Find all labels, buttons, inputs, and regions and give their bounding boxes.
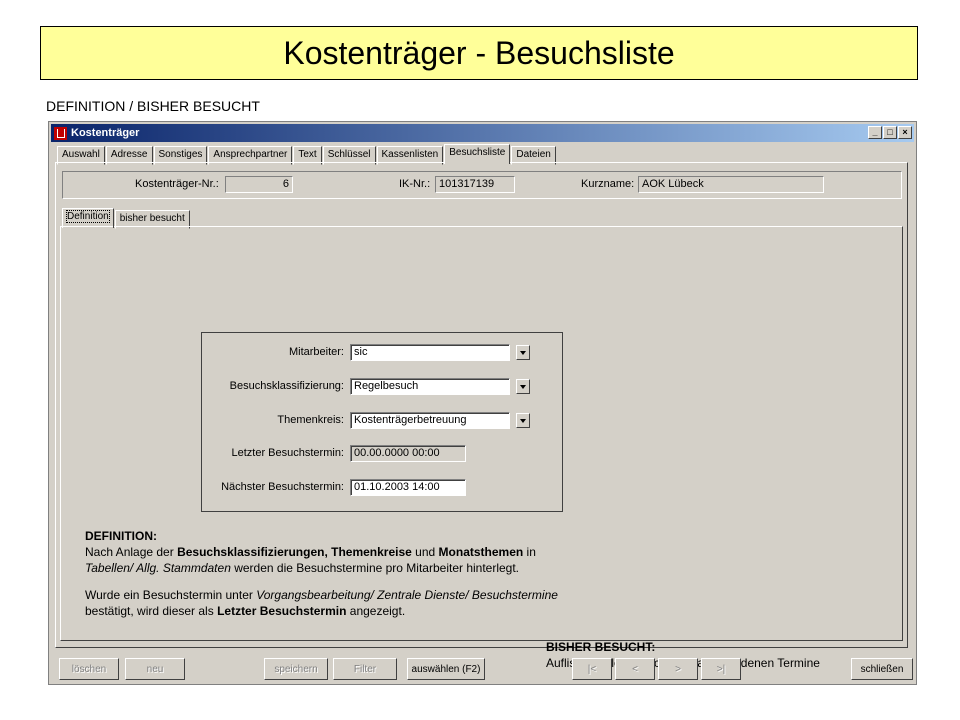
ik-nr-field: 101317139 (435, 176, 515, 193)
kt-nr-label: Kostenträger-Nr.: (135, 178, 219, 190)
definition-panel: Mitarbeiter: sic Besuchsklassifizierung:… (60, 226, 903, 670)
themen-select[interactable]: Kostenträgerbetreuung (350, 412, 510, 429)
text-bold: Monatsthemen (438, 545, 524, 559)
chevron-down-icon (520, 384, 526, 389)
definition-heading: DEFINITION: (85, 529, 157, 543)
text-bold: Letzter Besuchstermin (217, 604, 347, 618)
form-box: Mitarbeiter: sic Besuchsklassifizierung:… (201, 332, 563, 512)
kt-nr-field: 6 (225, 176, 293, 193)
text: und (411, 545, 439, 559)
auswaehlen-button[interactable]: auswählen (F2) (407, 658, 485, 680)
close-button[interactable]: × (898, 126, 912, 139)
definition-line-2: Tabellen/ Allg. Stammdaten werden die Be… (85, 561, 519, 576)
app-icon (54, 126, 67, 140)
text-italic: Vorgangsbearbeitung/ Zentrale Dienste/ B… (256, 588, 558, 602)
definition-line-1: Nach Anlage der Besuchsklassifizierungen… (85, 545, 536, 560)
themen-label: Themenkreis: (277, 414, 344, 426)
definition-line-4: bestätigt, wird dieser als Letzter Besuc… (85, 604, 405, 619)
tab-panel-besuchsliste: Kostenträger-Nr.: 6 IK-Nr.: 101317139 Ku… (55, 162, 908, 670)
klass-label: Besuchsklassifizierung: (229, 380, 344, 392)
themen-dropdown-button[interactable] (516, 413, 530, 428)
bisher-heading: BISHER BESUCHT: (546, 640, 656, 654)
text-bold: Besuchsklassifizierungen, Themenkreise (177, 545, 412, 559)
text: Nach Anlage der (85, 545, 178, 559)
ik-nr-label: IK-Nr.: (399, 178, 431, 190)
klass-select[interactable]: Regelbesuch (350, 378, 510, 395)
prev-record-button[interactable]: < (615, 658, 655, 680)
mitarbeiter-label: Mitarbeiter: (288, 346, 344, 358)
schliessen-button[interactable]: schließen (851, 658, 913, 680)
window-titlebar[interactable]: Kostenträger _ □ × (51, 124, 914, 142)
naechster-label: Nächster Besuchstermin: (221, 481, 344, 493)
chevron-down-icon (520, 350, 526, 355)
mitarbeiter-select[interactable]: sic (350, 344, 510, 361)
loeschen-button[interactable]: löschen (59, 658, 119, 680)
text: werden die Besuchstermine pro Mitarbeite… (230, 561, 520, 575)
filter-button[interactable]: Filter (333, 658, 397, 680)
chevron-down-icon (520, 418, 526, 423)
kurzname-label: Kurzname: (581, 178, 635, 190)
subtab-definition-label: Definition (66, 210, 110, 223)
letzter-label: Letzter Besuchstermin: (231, 447, 345, 459)
subtab-definition[interactable]: Definition (62, 208, 114, 228)
next-record-button[interactable]: > (658, 658, 698, 680)
slide-title: Kostenträger - Besuchsliste (40, 26, 918, 80)
naechster-input[interactable]: 01.10.2003 14:00 (350, 479, 466, 496)
text: angezeigt. (346, 604, 406, 618)
klass-dropdown-button[interactable] (516, 379, 530, 394)
text: bestätigt, wird dieser als (85, 604, 218, 618)
header-box: Kostenträger-Nr.: 6 IK-Nr.: 101317139 Ku… (62, 171, 902, 199)
maximize-button[interactable]: □ (883, 126, 897, 139)
mitarbeiter-dropdown-button[interactable] (516, 345, 530, 360)
neu-button[interactable]: neu (125, 658, 185, 680)
minimize-button[interactable]: _ (868, 126, 882, 139)
tab-besuchsliste[interactable]: Besuchsliste (444, 144, 511, 164)
text: in (523, 545, 536, 559)
last-record-button[interactable]: >| (701, 658, 741, 680)
slide-subtitle: DEFINITION / BISHER BESUCHT (46, 98, 260, 114)
text: Wurde ein Besuchstermin unter (85, 588, 257, 602)
speichern-button[interactable]: speichern (264, 658, 328, 680)
letzter-field: 00.00.0000 00:00 (350, 445, 466, 462)
app-window: Kostenträger _ □ × Auswahl Adresse Sonst… (48, 121, 917, 685)
window-title: Kostenträger (71, 127, 140, 139)
text-italic: Tabellen/ Allg. Stammdaten (85, 561, 231, 575)
first-record-button[interactable]: |< (572, 658, 612, 680)
definition-line-3: Wurde ein Besuchstermin unter Vorgangsbe… (85, 588, 558, 603)
kurzname-field: AOK Lübeck (638, 176, 824, 193)
